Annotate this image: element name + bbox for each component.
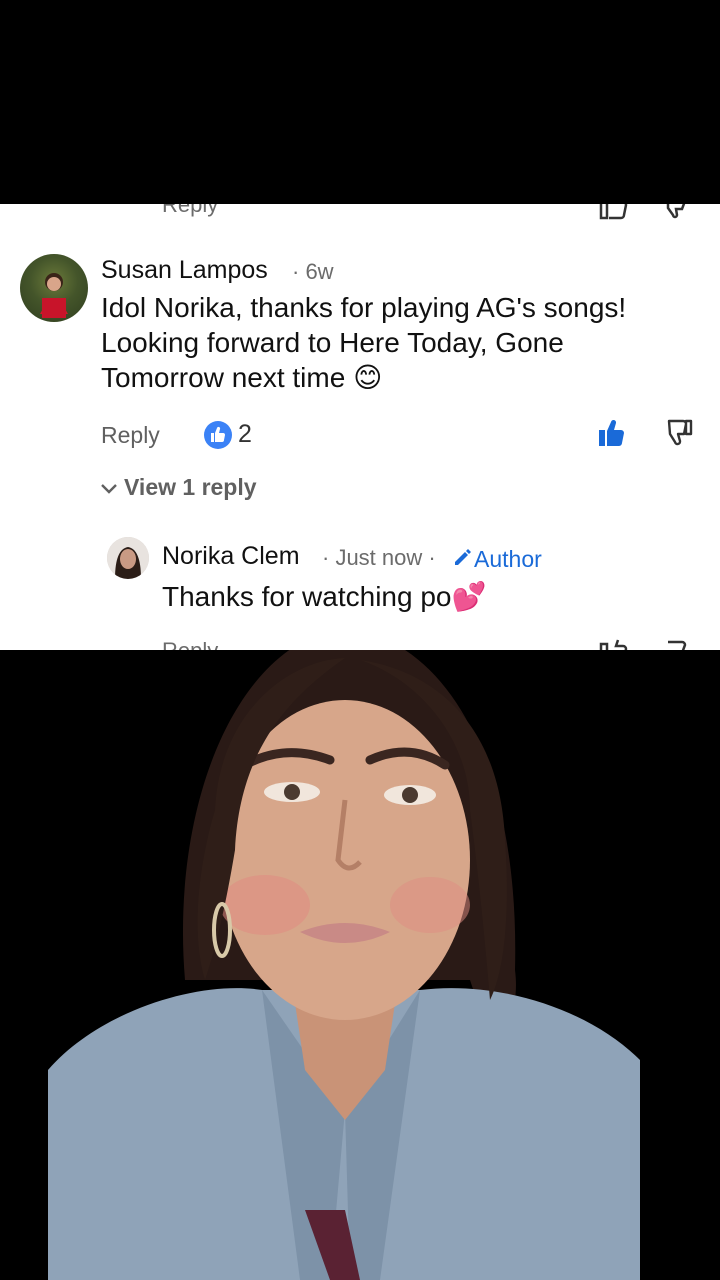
previous-thumbs-down-icon[interactable] bbox=[664, 204, 694, 225]
reply-thumbs-down-icon[interactable] bbox=[664, 636, 694, 650]
person-image bbox=[48, 650, 640, 1280]
reply-author-name[interactable]: Norika Clem bbox=[162, 542, 300, 571]
thumbs-down-icon[interactable] bbox=[664, 418, 696, 453]
comment-author-name[interactable]: Susan Lampos bbox=[101, 256, 268, 285]
reply-thumbs-up-icon[interactable] bbox=[598, 636, 628, 650]
comment-text-line: Idol Norika, thanks for playing AG's son… bbox=[101, 292, 627, 323]
like-count: 2 bbox=[238, 420, 252, 448]
comment-age: · 6w bbox=[292, 259, 334, 284]
avatar[interactable] bbox=[20, 254, 88, 322]
comment-text-line: Tomorrow next time 😊 bbox=[101, 362, 383, 393]
comment-text: Idol Norika, thanks for playing AG's son… bbox=[101, 290, 701, 395]
view-replies-label: View 1 reply bbox=[124, 474, 257, 500]
reply-text: Thanks for watching po💕 bbox=[162, 581, 487, 612]
thumbs-up-icon[interactable] bbox=[596, 418, 628, 453]
pencil-icon bbox=[455, 549, 471, 565]
reply-reply-button[interactable]: Reply bbox=[162, 638, 218, 650]
author-badge-label: Author bbox=[474, 546, 542, 572]
author-badge: Author bbox=[452, 546, 542, 573]
previous-thumbs-up-icon[interactable] bbox=[598, 204, 628, 225]
reply-avatar[interactable] bbox=[107, 537, 149, 579]
reply-button[interactable]: Reply bbox=[101, 422, 160, 449]
previous-reply-button[interactable]: Reply bbox=[162, 204, 218, 218]
comments-overlay: Reply Susan Lampos · 6w Idol Norika, tha… bbox=[0, 204, 720, 650]
chevron-down-icon bbox=[100, 474, 124, 501]
reply-age: · Just now · bbox=[322, 545, 436, 570]
view-replies-button[interactable]: View 1 reply bbox=[100, 474, 257, 501]
video-top-area bbox=[0, 0, 720, 204]
video-frame bbox=[0, 650, 720, 1280]
comment-text-line: Looking forward to Here Today, Gone bbox=[101, 327, 564, 358]
like-badge-icon bbox=[204, 421, 232, 454]
